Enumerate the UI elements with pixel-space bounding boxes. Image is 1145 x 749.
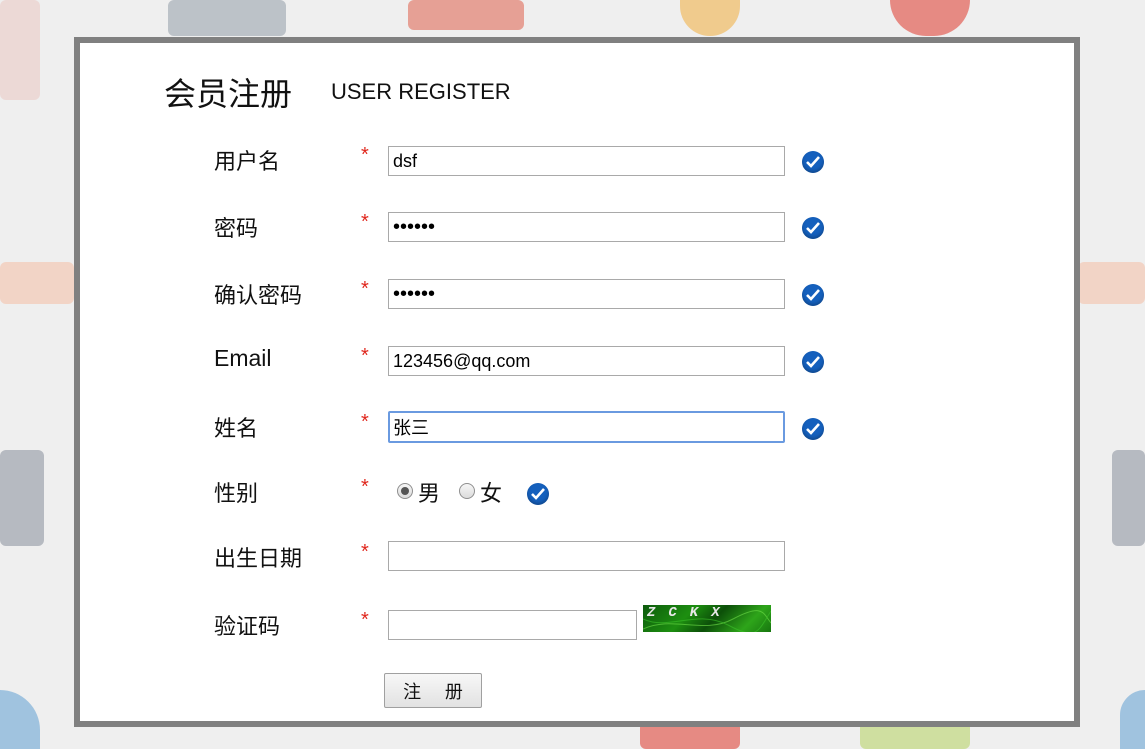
background-decoration [168, 0, 286, 36]
required-mark: * [361, 541, 369, 563]
gender-male-label[interactable]: 男 [418, 476, 440, 508]
required-mark: * [361, 278, 369, 300]
gender-label: 性别 [214, 482, 259, 507]
confirm-password-label: 确认密码 [214, 284, 303, 309]
background-decoration [0, 0, 40, 100]
background-decoration [680, 0, 740, 36]
email-label: Email [214, 345, 272, 371]
background-decoration [0, 450, 44, 546]
email-input[interactable] [388, 346, 785, 376]
captcha-label: 验证码 [214, 615, 281, 640]
required-mark: * [361, 411, 369, 433]
username-label: 用户名 [214, 150, 281, 175]
gender-female-radio[interactable] [459, 483, 475, 499]
required-mark: * [361, 211, 369, 233]
valid-check-icon [802, 217, 824, 239]
page-subtitle: USER REGISTER [331, 79, 511, 104]
valid-check-icon [802, 151, 824, 173]
valid-check-icon [802, 284, 824, 306]
password-input[interactable] [388, 212, 785, 242]
name-label: 姓名 [214, 417, 259, 442]
page-title: 会员注册 [164, 75, 293, 113]
required-mark: * [361, 144, 369, 166]
required-mark: * [361, 476, 369, 498]
background-decoration [408, 0, 524, 30]
register-panel: 会员注册 USER REGISTER 用户名 * 密码 * 确认密码 * Ema… [74, 37, 1080, 727]
background-decoration [890, 0, 970, 36]
password-label: 密码 [214, 217, 259, 242]
background-decoration [0, 262, 74, 304]
gender-female-label[interactable]: 女 [480, 476, 502, 508]
captcha-input[interactable] [388, 610, 637, 640]
birthday-input[interactable] [388, 541, 785, 571]
gender-male-radio[interactable] [397, 483, 413, 499]
valid-check-icon [802, 351, 824, 373]
birthday-label: 出生日期 [214, 547, 303, 572]
background-decoration [0, 690, 40, 749]
register-submit-button[interactable]: 注 册 [384, 673, 482, 708]
background-decoration [1120, 690, 1145, 749]
name-input[interactable] [388, 411, 785, 443]
captcha-text: ZCKX [647, 605, 733, 621]
confirm-password-input[interactable] [388, 279, 785, 309]
background-decoration [1112, 450, 1145, 546]
required-mark: * [361, 345, 369, 367]
valid-check-icon [802, 418, 824, 440]
captcha-image[interactable]: ZCKX [643, 605, 771, 632]
required-mark: * [361, 609, 369, 631]
background-decoration [1078, 262, 1145, 304]
valid-check-icon [527, 483, 549, 505]
username-input[interactable] [388, 146, 785, 176]
